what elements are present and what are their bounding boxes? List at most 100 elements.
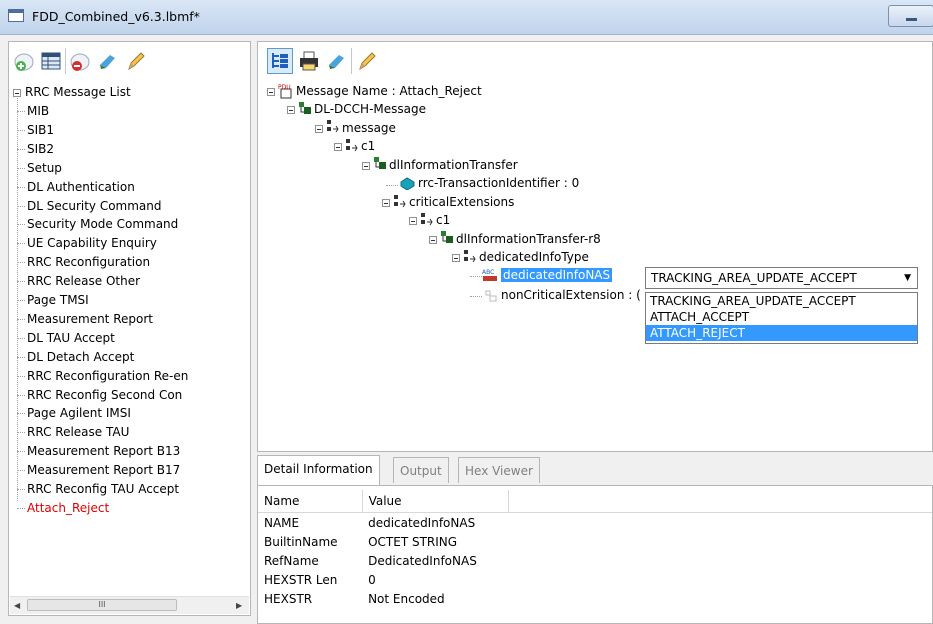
column-header-name[interactable]: Name xyxy=(258,490,363,513)
tree-node-dlinformationtransfer-r8[interactable]: dlInformationTransfer-r8 xyxy=(456,230,601,248)
tree-item[interactable]: DL Security Command xyxy=(27,197,162,215)
tree-item[interactable]: RRC Release Other xyxy=(27,272,140,290)
message-structure-pane: PDU Message Name : Attach_Reject DL-DCCH… xyxy=(257,41,933,452)
nas-type-select-value: TRACKING_AREA_UPDATE_ACCEPT xyxy=(651,271,857,285)
tree-root-label[interactable]: RRC Message List xyxy=(25,83,131,101)
tree-node-dedicated-info-nas[interactable]: dedicatedInfoNAS xyxy=(501,266,613,284)
tree-node-dl-dcch[interactable]: DL-DCCH-Message xyxy=(314,100,426,118)
table-row[interactable]: HEXSTR Not Encoded xyxy=(258,589,932,608)
collapse-icon[interactable] xyxy=(334,143,342,151)
tree-node-dlinformationtransfer[interactable]: dlInformationTransfer xyxy=(389,156,518,174)
sequence-disabled-icon xyxy=(485,290,497,302)
tree-node-dedicated-info-type[interactable]: dedicatedInfoType xyxy=(479,248,589,266)
tree-node-c1[interactable]: c1 xyxy=(361,137,375,155)
detail-panel: Name Value NAME dedicatedInfoNAS BuiltinNa… xyxy=(257,485,933,624)
property-name: HEXSTR Len xyxy=(264,572,338,587)
collapse-icon[interactable] xyxy=(382,199,390,207)
sequence-icon xyxy=(441,231,453,243)
tree-item[interactable]: Page TMSI xyxy=(27,291,89,309)
horizontal-scrollbar[interactable]: ◀ III ▶ xyxy=(10,596,249,614)
collapse-icon[interactable] xyxy=(429,236,437,244)
tree-node-c1-inner[interactable]: c1 xyxy=(436,211,450,229)
table-icon[interactable] xyxy=(38,48,64,74)
collapse-icon[interactable] xyxy=(267,88,275,96)
tree-item[interactable]: RRC Reconfig Second Con xyxy=(27,386,182,404)
integer-icon xyxy=(400,177,415,190)
tree-item[interactable]: Measurement Report B17 xyxy=(27,461,180,479)
detail-tabs: Detail Information Output Hex Viewer xyxy=(257,455,933,486)
tree-item[interactable]: RRC Reconfig TAU Accept xyxy=(27,480,179,498)
tree-item[interactable]: SIB2 xyxy=(27,140,54,158)
tree-node-rrc-transaction-id[interactable]: rrc-TransactionIdentifier : 0 xyxy=(418,174,579,192)
left-toolbar xyxy=(9,42,250,78)
collapse-icon[interactable] xyxy=(315,125,323,133)
minimize-button[interactable] xyxy=(888,5,933,27)
tree-item[interactable]: Measurement Report B13 xyxy=(27,442,180,460)
option-attach-accept[interactable]: ATTACH_ACCEPT xyxy=(646,309,917,325)
column-header-value[interactable]: Value xyxy=(362,490,510,513)
table-row[interactable]: NAME dedicatedInfoNAS xyxy=(258,513,932,533)
collapse-icon[interactable] xyxy=(13,89,21,97)
add-icon[interactable] xyxy=(11,48,37,74)
remove-icon[interactable] xyxy=(67,48,93,74)
pdu-icon: PDU xyxy=(278,84,292,99)
tree-item[interactable]: DL TAU Accept xyxy=(27,329,115,347)
print-icon[interactable] xyxy=(296,48,322,74)
detail-table: Name Value NAME dedicatedInfoNAS BuiltinNa… xyxy=(258,490,932,608)
table-row[interactable]: RefName DedicatedInfoNAS xyxy=(258,551,932,570)
title-bar: FDD_Combined_v6.3.lbmf* xyxy=(0,0,933,35)
tree-view-icon[interactable] xyxy=(267,48,293,74)
tree-item[interactable]: DL Detach Accept xyxy=(27,348,134,366)
tree-node-non-critical-extension[interactable]: nonCriticalExtension : ( xyxy=(501,286,641,304)
option-tracking-area-update-accept[interactable]: TRACKING_AREA_UPDATE_ACCEPT xyxy=(646,293,917,309)
tree-item[interactable]: Setup xyxy=(27,159,62,177)
property-name: RefName xyxy=(264,553,319,568)
nas-type-select[interactable]: TRACKING_AREA_UPDATE_ACCEPT ▼ xyxy=(645,267,918,289)
chevron-down-icon[interactable]: ▼ xyxy=(904,268,911,288)
app-window: FDD_Combined_v6.3.lbmf* RRC Message List xyxy=(0,0,933,624)
collapse-icon[interactable] xyxy=(409,217,417,225)
property-name: BuiltinName xyxy=(264,534,338,549)
collapse-icon[interactable] xyxy=(287,106,295,114)
message-list-pane: RRC Message List MIB SIB1 SIB2 Setup DL Auth… xyxy=(8,41,251,616)
tree-item[interactable]: RRC Reconfiguration Re-en xyxy=(27,367,188,385)
choice-icon xyxy=(327,120,339,133)
property-name: NAME xyxy=(264,515,300,530)
property-name: HEXSTR xyxy=(264,591,313,606)
tree-node-critical-extensions[interactable]: criticalExtensions xyxy=(409,193,514,211)
tree-item[interactable]: RRC Reconfiguration xyxy=(27,253,150,271)
svg-text:ABC: ABC xyxy=(482,269,494,276)
nas-type-options: TRACKING_AREA_UPDATE_ACCEPT ATTACH_ACCEP… xyxy=(645,292,918,344)
edit-icon[interactable] xyxy=(324,48,350,74)
sequence-icon xyxy=(299,102,311,114)
tree-item[interactable]: UE Capability Enquiry xyxy=(27,234,157,252)
property-value: OCTET STRING xyxy=(368,534,458,549)
table-row[interactable]: BuiltinName OCTET STRING xyxy=(258,532,932,551)
tree-node-message[interactable]: message xyxy=(342,119,396,137)
scroll-left-icon[interactable]: ◀ xyxy=(14,601,20,610)
option-attach-reject[interactable]: ATTACH_REJECT xyxy=(646,325,917,341)
window-title: FDD_Combined_v6.3.lbmf* xyxy=(32,9,200,24)
tree-node-message-name[interactable]: Message Name : Attach_Reject xyxy=(296,82,482,100)
scroll-right-icon[interactable]: ▶ xyxy=(236,601,242,610)
collapse-icon[interactable] xyxy=(452,254,460,262)
sequence-icon xyxy=(374,157,386,169)
tab-output[interactable]: Output xyxy=(393,457,449,483)
tree-item[interactable]: MIB xyxy=(27,102,49,120)
tree-item[interactable]: DL Authentication xyxy=(27,178,135,196)
tree-item[interactable]: Attach_Reject xyxy=(27,499,109,517)
choice-icon xyxy=(464,250,476,263)
tree-item[interactable]: Measurement Report xyxy=(27,310,153,328)
pencil-icon[interactable] xyxy=(354,48,380,74)
tree-item[interactable]: SIB1 xyxy=(27,121,54,139)
tree-item[interactable]: RRC Release TAU xyxy=(27,423,129,441)
tab-detail-information[interactable]: Detail Information xyxy=(257,455,380,486)
edit-icon[interactable] xyxy=(95,48,121,74)
collapse-icon[interactable] xyxy=(362,162,370,170)
tab-hex-viewer[interactable]: Hex Viewer xyxy=(458,457,540,483)
table-row[interactable]: HEXSTR Len 0 xyxy=(258,570,932,589)
pencil-icon[interactable] xyxy=(123,48,149,74)
tree-item[interactable]: Page Agilent IMSI xyxy=(27,404,131,422)
tree-item[interactable]: Security Mode Command xyxy=(27,215,178,233)
scroll-thumb[interactable]: III xyxy=(27,599,177,611)
